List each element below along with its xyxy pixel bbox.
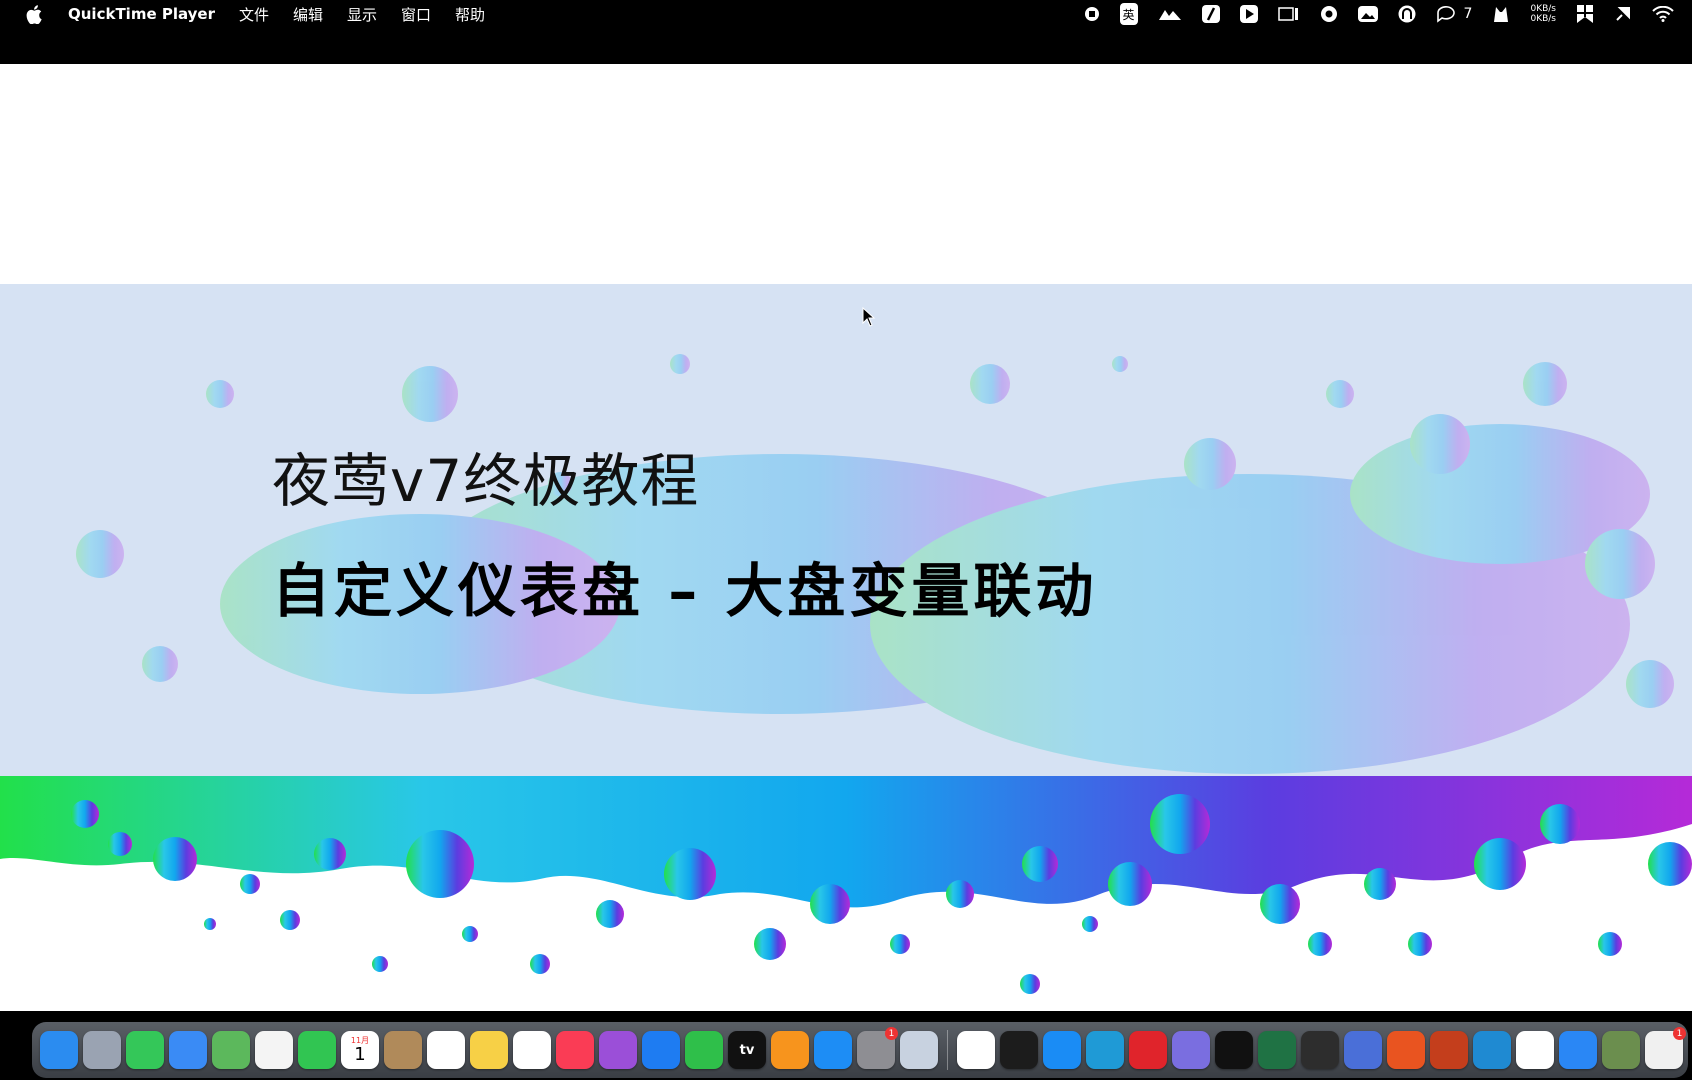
launchpad-icon[interactable] xyxy=(83,1031,121,1069)
finder-icon[interactable] xyxy=(40,1031,78,1069)
mountain-app-icon[interactable] xyxy=(1158,4,1182,24)
apple-tv-icon[interactable]: tv xyxy=(728,1031,766,1069)
menu-help[interactable]: 帮助 xyxy=(455,4,485,25)
paint-splash-artwork xyxy=(0,354,1692,994)
utility-app-icon[interactable] xyxy=(1602,1031,1640,1069)
image-app-icon[interactable] xyxy=(1357,4,1378,24)
apple-menu-icon[interactable] xyxy=(22,4,46,24)
rocket-icon[interactable] xyxy=(1614,4,1632,24)
dock: 11月 1 tv 1 1 xyxy=(32,1022,1688,1078)
system-settings-icon[interactable]: 1 xyxy=(857,1027,898,1069)
magnet-icon[interactable] xyxy=(1398,4,1416,24)
messages-icon[interactable] xyxy=(126,1031,164,1069)
menu-file[interactable]: 文件 xyxy=(239,4,269,25)
facetime-icon[interactable] xyxy=(298,1031,336,1069)
net-down-speed: 0KB/s xyxy=(1530,14,1556,24)
notification-chat-icon[interactable]: 7 xyxy=(1436,4,1473,24)
menu-window[interactable]: 窗口 xyxy=(401,4,431,25)
menu-view[interactable]: 显示 xyxy=(347,4,377,25)
bookmark-app-icon[interactable] xyxy=(1576,4,1594,24)
wifi-icon[interactable] xyxy=(1652,4,1674,24)
sublime-text-icon[interactable] xyxy=(1301,1031,1339,1069)
preview-icon[interactable] xyxy=(900,1031,938,1069)
numbers-icon[interactable] xyxy=(685,1031,723,1069)
window-layout-icon[interactable] xyxy=(1277,4,1300,24)
eye-circle-icon[interactable] xyxy=(1320,4,1338,24)
slash-app-icon[interactable] xyxy=(1201,4,1220,24)
menu-edit[interactable]: 编辑 xyxy=(293,4,323,25)
contacts-icon[interactable] xyxy=(384,1031,422,1069)
vscode-icon[interactable] xyxy=(1473,1031,1511,1069)
grid-app-icon[interactable]: 1 xyxy=(1645,1027,1686,1069)
record-stop-icon[interactable] xyxy=(1084,4,1100,24)
keynote-icon[interactable] xyxy=(642,1031,680,1069)
powerpoint-icon[interactable] xyxy=(1430,1031,1468,1069)
green-app-icon[interactable] xyxy=(1215,1031,1253,1069)
chat-app-icon[interactable] xyxy=(1516,1031,1554,1069)
netease-music-icon[interactable] xyxy=(1129,1031,1167,1069)
app-store-icon[interactable] xyxy=(814,1031,852,1069)
notes-icon[interactable] xyxy=(470,1031,508,1069)
status-area: 英 7 0KB/s 0KB/s xyxy=(1084,0,1674,28)
photos-icon[interactable] xyxy=(255,1031,293,1069)
input-method-indicator[interactable]: 英 xyxy=(1119,3,1138,25)
maps-icon[interactable] xyxy=(212,1031,250,1069)
mouse-pointer-icon xyxy=(862,306,876,331)
screen-app-icon[interactable] xyxy=(1344,1031,1382,1069)
terminal-icon[interactable] xyxy=(1000,1031,1038,1069)
settings-badge: 1 xyxy=(885,1027,898,1040)
play-app-icon[interactable] xyxy=(1239,4,1258,24)
app-menu-quicktime[interactable]: QuickTime Player xyxy=(68,5,215,23)
reminders-icon[interactable] xyxy=(427,1031,465,1069)
calendar-icon[interactable]: 11月 1 xyxy=(341,1031,379,1069)
app-badge: 1 xyxy=(1673,1027,1686,1040)
music-icon[interactable] xyxy=(556,1031,594,1069)
chrome-icon[interactable] xyxy=(957,1031,995,1069)
video-title-line1: 夜莺v7终极教程 xyxy=(272,447,700,515)
video-title-line2: 自定义仪表盘 – 大盘变量联动 xyxy=(272,557,1098,625)
video-frame[interactable]: 夜莺v7终极教程 自定义仪表盘 – 大盘变量联动 xyxy=(0,64,1692,1011)
feishu-icon[interactable] xyxy=(1559,1031,1597,1069)
edge-icon[interactable] xyxy=(1086,1031,1124,1069)
net-up-speed: 0KB/s xyxy=(1530,4,1556,14)
podcasts-icon[interactable] xyxy=(599,1031,637,1069)
orb-app-icon[interactable] xyxy=(1172,1031,1210,1069)
apple-tv-label: tv xyxy=(739,1042,755,1058)
excel-icon[interactable] xyxy=(1258,1031,1296,1069)
network-speed: 0KB/s 0KB/s xyxy=(1530,4,1556,24)
safari-icon[interactable] xyxy=(1043,1031,1081,1069)
cat-app-icon[interactable] xyxy=(1492,4,1510,24)
pages-icon[interactable] xyxy=(771,1031,809,1069)
menu-bar: QuickTime Player 文件 编辑 显示 窗口 帮助 英 7 0KB/… xyxy=(0,0,1692,28)
mail-icon[interactable] xyxy=(169,1031,207,1069)
freeform-icon[interactable] xyxy=(513,1031,551,1069)
dock-separator xyxy=(947,1030,948,1070)
calendar-day: 1 xyxy=(354,1043,366,1065)
notification-count: 7 xyxy=(1463,6,1473,22)
ubuntu-icon[interactable] xyxy=(1387,1031,1425,1069)
